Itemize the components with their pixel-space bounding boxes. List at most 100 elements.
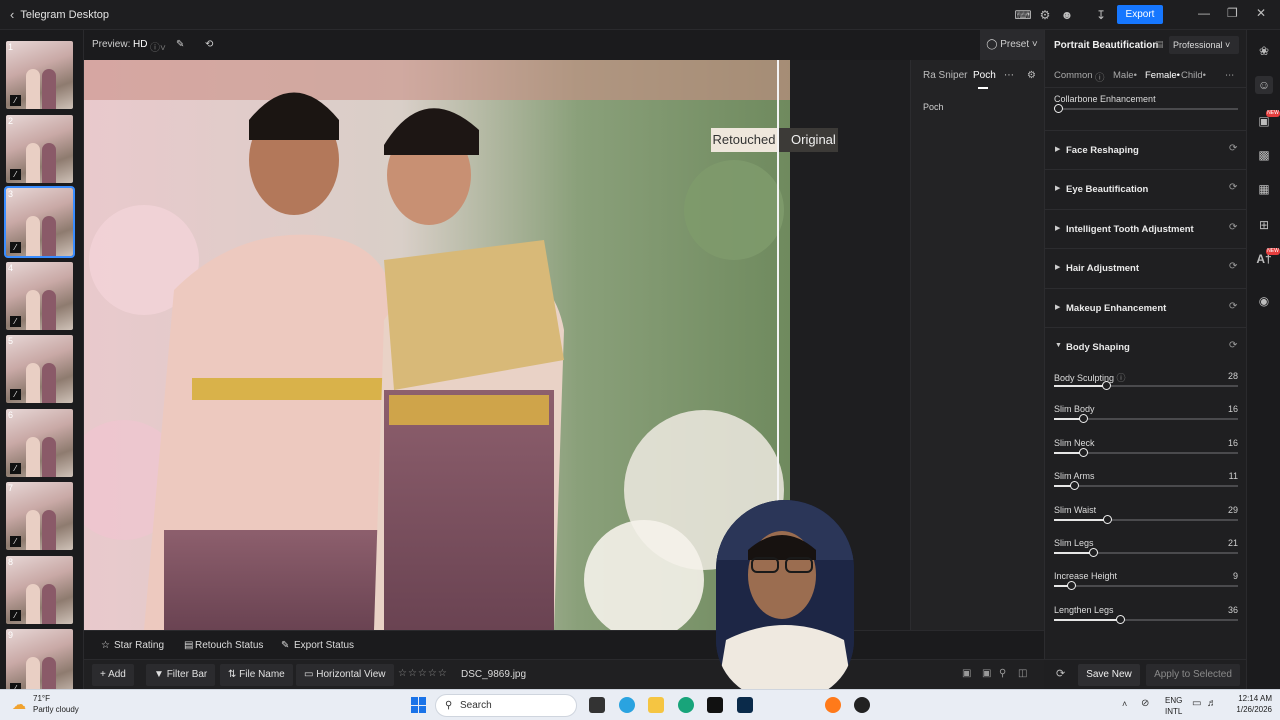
app-icon[interactable] xyxy=(707,697,723,713)
filmstrip-thumb[interactable]: 2 ⁄ xyxy=(6,114,73,183)
photo-canvas[interactable]: Retouched xyxy=(84,60,790,630)
section-body-shaping[interactable]: ▼ Body Shaping ⟳ xyxy=(1045,327,1247,365)
back-icon[interactable]: ‹ xyxy=(10,7,14,22)
slider-knob[interactable] xyxy=(1102,381,1111,390)
slider-knob[interactable] xyxy=(1103,514,1112,524)
section-face-reshaping[interactable]: ▶ Face Reshaping ⟳ xyxy=(1045,130,1247,168)
keyboard-layout[interactable]: INTL xyxy=(1165,707,1182,716)
section-eye-beautification[interactable]: ▶ Eye Beautification ⟳ xyxy=(1045,169,1247,207)
slider-knob[interactable] xyxy=(1089,548,1098,557)
fit-icon[interactable]: ▣ xyxy=(962,668,971,679)
save-new-button[interactable]: Save New xyxy=(1078,664,1140,686)
export-button[interactable]: Export xyxy=(1117,5,1163,24)
tab-child[interactable]: Child• xyxy=(1181,70,1206,81)
crop-icon[interactable]: ⊞ xyxy=(1255,216,1273,234)
file-name-button[interactable]: ⇅ File Name xyxy=(220,664,293,686)
folder-icon[interactable] xyxy=(648,697,664,713)
add-button[interactable]: + Add xyxy=(92,664,134,686)
tab-male[interactable]: Male• xyxy=(1113,70,1137,81)
settings-icon[interactable]: ⚙ xyxy=(1034,6,1056,24)
slider-knob[interactable] xyxy=(1054,104,1063,113)
filmstrip-thumb[interactable]: 4 ⁄ xyxy=(6,261,73,330)
rating-stars[interactable]: ☆☆☆☆☆ xyxy=(398,668,448,679)
close-icon[interactable]: ✕ xyxy=(1256,6,1266,20)
wifi-off-icon[interactable]: ⊘ xyxy=(1141,698,1149,709)
reset-all-icon[interactable]: ⟳ xyxy=(1056,667,1070,681)
palette-icon[interactable]: ❀ xyxy=(1255,42,1273,60)
filmstrip-thumb[interactable]: 3 ⁄ xyxy=(4,186,75,258)
chevron-up-icon[interactable]: ˄ xyxy=(1122,699,1127,709)
download-icon[interactable]: ↧ xyxy=(1090,6,1112,24)
mode-select[interactable]: Professional ˅ xyxy=(1169,36,1239,54)
image-icon[interactable]: ▩ xyxy=(1255,146,1273,164)
taskview-icon[interactable] xyxy=(589,697,605,713)
slider-knob[interactable] xyxy=(1116,614,1125,624)
filmstrip-thumb[interactable]: 9⁄ xyxy=(6,629,73,697)
slider-knob[interactable] xyxy=(1067,581,1076,591)
slider-slim-waist[interactable]: Slim Waist 29 xyxy=(1054,505,1238,535)
reset-icon[interactable]: ⟳ xyxy=(1229,182,1237,193)
section-intelligent-tooth-adjustment[interactable]: ▶ Intelligent Tooth Adjustment ⟳ xyxy=(1045,208,1247,247)
reset-icon[interactable]: ⟳ xyxy=(1229,261,1237,272)
camera-icon[interactable]: ◉ xyxy=(1255,292,1273,310)
filmstrip-thumb[interactable]: 6 ⁄ xyxy=(6,408,73,477)
tab-ra-sniper[interactable]: Ra Sniper xyxy=(923,70,967,81)
tab-common[interactable]: Common xyxy=(1054,70,1093,81)
slider-lengthen-legs[interactable]: Lengthen Legs 36 xyxy=(1054,605,1238,635)
horizontal-view-button[interactable]: ▭ Horizontal View xyxy=(296,664,394,686)
text-recognition-icon[interactable]: ▦ xyxy=(1255,180,1273,198)
slider-knob[interactable] xyxy=(1079,447,1088,457)
preview-quality[interactable]: HD xyxy=(133,39,147,50)
lasso-icon[interactable]: ⟲ xyxy=(205,39,213,50)
zoom-fit-icon[interactable]: ▣ xyxy=(982,668,991,679)
user-icon[interactable]: ☻ xyxy=(1056,6,1078,24)
compare-icon[interactable]: ◫ xyxy=(1018,668,1027,679)
reset-icon[interactable]: ⟳ xyxy=(1229,143,1237,154)
preset-button[interactable]: ◯ Preset ˅ xyxy=(980,30,1044,60)
slider-knob[interactable] xyxy=(1070,481,1079,491)
minimize-icon[interactable]: — xyxy=(1198,6,1210,20)
reset-icon[interactable]: ⟳ xyxy=(1229,340,1237,351)
reset-icon[interactable]: ⟳ xyxy=(1229,222,1237,233)
quality-dropdown-icon[interactable]: ⓘ˅ xyxy=(150,39,166,54)
network-icon[interactable]: ▭ xyxy=(1192,698,1201,709)
slider-slim-legs[interactable]: Slim Legs 21 xyxy=(1054,538,1238,568)
help-icon[interactable]: ⓘ xyxy=(1114,373,1126,383)
slider-collarbone[interactable]: Collarbone Enhancement xyxy=(1054,94,1238,124)
more-icon[interactable]: ⋯ xyxy=(1004,70,1014,81)
reset-icon[interactable]: ⟳ xyxy=(1229,301,1237,312)
clock-date[interactable]: 1/26/2026 xyxy=(1228,705,1272,714)
filmstrip-thumb[interactable]: 5 ⁄ xyxy=(6,335,73,403)
preset-item[interactable]: Poch xyxy=(923,102,944,112)
slider-knob[interactable] xyxy=(1079,414,1088,424)
taskbar-search[interactable]: ⚲ Search xyxy=(435,694,577,717)
apply-to-selected-button[interactable]: Apply to Selected xyxy=(1146,664,1240,686)
filmstrip-thumb[interactable]: 1 ⁄ xyxy=(6,41,73,109)
zoom-icon[interactable]: ⚲ xyxy=(999,668,1006,679)
telegram-icon[interactable] xyxy=(619,697,635,713)
photoshop-icon[interactable] xyxy=(737,697,753,713)
star-rating-button[interactable]: Star Rating xyxy=(114,640,164,651)
section-makeup-enhancement[interactable]: ▶ Makeup Enhancement ⟳ xyxy=(1045,287,1247,326)
slider-slim-arms[interactable]: Slim Arms 11 xyxy=(1054,471,1238,501)
language[interactable]: ENG xyxy=(1165,696,1182,705)
tab-poch[interactable]: Poch xyxy=(973,70,996,81)
retouch-status-button[interactable]: Retouch Status xyxy=(195,640,263,651)
slider-body-sculpting[interactable]: Body Sculpting ⓘ 28 xyxy=(1054,371,1238,401)
more-icon[interactable]: ⋯ xyxy=(1225,70,1235,81)
filmstrip-thumb[interactable]: 8 ⁄ xyxy=(6,555,73,624)
section-hair-adjustment[interactable]: ▶ Hair Adjustment ⟳ xyxy=(1045,248,1247,286)
slider-increase-height[interactable]: Increase Height 9 xyxy=(1054,571,1238,601)
export-status-button[interactable]: Export Status xyxy=(294,640,354,651)
brush-icon[interactable]: ✎ xyxy=(176,39,184,50)
windows-start-icon[interactable] xyxy=(411,697,427,713)
tab-female[interactable]: Female• xyxy=(1145,70,1180,81)
filmstrip-thumb[interactable]: 7 ⁄ xyxy=(6,482,73,550)
clock-time[interactable]: 12:14 AM xyxy=(1228,694,1272,703)
slider-slim-neck[interactable]: Slim Neck 16 xyxy=(1054,438,1238,468)
firefox-icon[interactable] xyxy=(825,697,841,713)
slider-slim-body[interactable]: Slim Body 16 xyxy=(1054,404,1238,434)
portrait-icon[interactable]: ☺ xyxy=(1255,76,1273,94)
gear-icon[interactable]: ⚙ xyxy=(1027,70,1036,81)
keyboard-icon[interactable]: ⌨ xyxy=(1012,6,1034,24)
